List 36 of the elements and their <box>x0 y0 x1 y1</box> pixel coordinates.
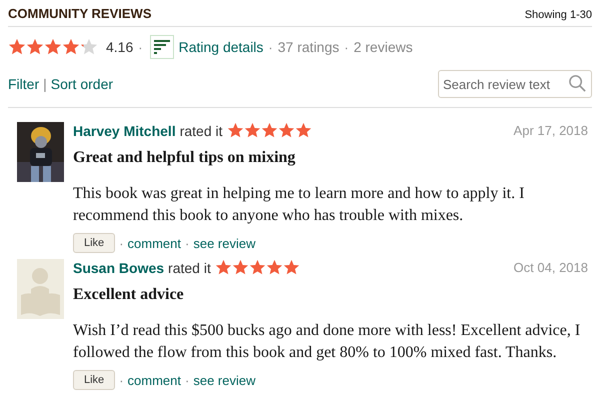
dot-separator: · <box>344 40 349 54</box>
review-date: Oct 04, 2018 <box>514 260 588 275</box>
review-title: Excellent advice <box>73 286 185 304</box>
dot-separator: · <box>119 372 124 388</box>
showing-count: Showing 1-30 <box>524 9 592 21</box>
like-button[interactable]: Like <box>73 233 116 253</box>
dot-separator: · <box>268 40 273 54</box>
see-review-link[interactable]: see review <box>193 372 256 388</box>
avatar-icon <box>17 259 64 319</box>
dot-separator: · <box>119 236 124 250</box>
rating-details-link[interactable]: Rating details <box>178 39 264 55</box>
dot-separator: · <box>138 40 143 54</box>
review-date: Apr 17, 2018 <box>514 123 588 138</box>
comment-link[interactable]: comment <box>128 236 181 250</box>
review-text: This book was great in helping me to learn more and how to apply it. I recommend this book to anyone who has trouble with mixes. <box>73 184 526 226</box>
review-text: Wish I’d read this $500 bucks ago and done more with less! Excellent advice, I followed the flow from this book and get 80% to 100% mixed fast. Thanks. <box>73 321 582 363</box>
link-separator: | <box>43 76 47 92</box>
rated-label: rated it <box>168 260 211 276</box>
search-icon[interactable] <box>568 74 587 93</box>
rated-label: rated it <box>180 122 223 138</box>
reviewer-name[interactable]: Susan Bowes <box>73 260 164 276</box>
bar-chart-icon[interactable] <box>150 35 174 59</box>
comment-link[interactable]: comment <box>128 372 181 388</box>
like-button[interactable]: Like <box>73 370 116 390</box>
reviewer-name[interactable]: Harvey Mitchell <box>73 122 176 138</box>
dot-separator: · <box>185 236 190 250</box>
review-title: Great and helpful tips on mixing <box>73 149 296 167</box>
sort-order-link[interactable]: Sort order <box>50 76 114 92</box>
ratings-count: 37 ratings <box>278 39 340 55</box>
filter-link[interactable]: Filter <box>8 76 40 92</box>
average-rating: 4.16 <box>106 39 134 55</box>
reviews-count: 2 reviews <box>354 39 413 55</box>
dot-separator: · <box>185 372 190 388</box>
section-title: COMMUNITY REVIEWS <box>8 6 152 21</box>
see-review-link[interactable]: see review <box>193 236 256 250</box>
search-field[interactable]: Search review text <box>438 70 592 98</box>
